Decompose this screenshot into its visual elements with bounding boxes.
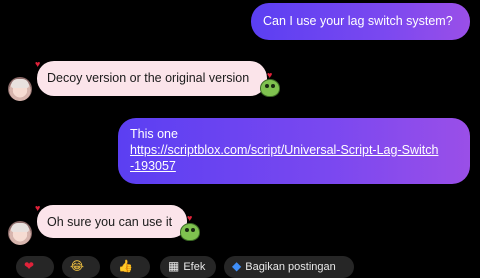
share-post-button[interactable]: ◆ Bagikan postingan <box>224 256 354 278</box>
reaction-laugh-button[interactable]: 😂 <box>62 256 100 278</box>
reaction-heart-button[interactable]: ❤ <box>16 256 54 278</box>
link-line-2: -193057 <box>130 159 176 173</box>
message-received-1[interactable]: Decoy version or the original version <box>37 61 267 96</box>
effect-icon: ▦ <box>168 259 180 273</box>
heart-icon: ❤ <box>24 259 35 273</box>
message-sent-1[interactable]: Can I use your lag switch system? <box>251 3 470 40</box>
message-text: This one <box>130 127 178 141</box>
frog-sticker-icon <box>260 79 280 97</box>
link-line-1: https://scriptblox.com/script/Universal-… <box>130 143 439 157</box>
message-text: Oh sure you can use it <box>47 215 173 229</box>
share-icon: ◆ <box>232 259 242 273</box>
message-received-2[interactable]: Oh sure you can use it <box>37 205 187 238</box>
avatar[interactable] <box>8 221 32 245</box>
message-text: Decoy version or the original version <box>47 71 250 85</box>
heart-icon: ♥ <box>187 213 193 223</box>
thumbs-up-icon: 👍 <box>118 259 133 273</box>
frog-sticker-icon <box>180 223 200 241</box>
avatar[interactable] <box>8 77 32 101</box>
message-link[interactable]: https://scriptblox.com/script/Universal-… <box>130 142 470 174</box>
effect-label: Efek <box>183 261 206 273</box>
share-label: Bagikan postingan <box>245 261 336 273</box>
quick-reactions-bar: ❤ 😂 👍 ▦ Efek ◆ Bagikan postingan <box>0 256 480 278</box>
effect-button[interactable]: ▦ Efek <box>160 256 216 278</box>
message-sent-2[interactable]: This one https://scriptblox.com/script/U… <box>118 118 470 184</box>
laugh-icon: 😂 <box>70 259 85 273</box>
message-text: Can I use your lag switch system? <box>263 14 453 28</box>
heart-icon: ♥ <box>267 70 273 80</box>
reaction-like-button[interactable]: 👍 <box>110 256 150 278</box>
